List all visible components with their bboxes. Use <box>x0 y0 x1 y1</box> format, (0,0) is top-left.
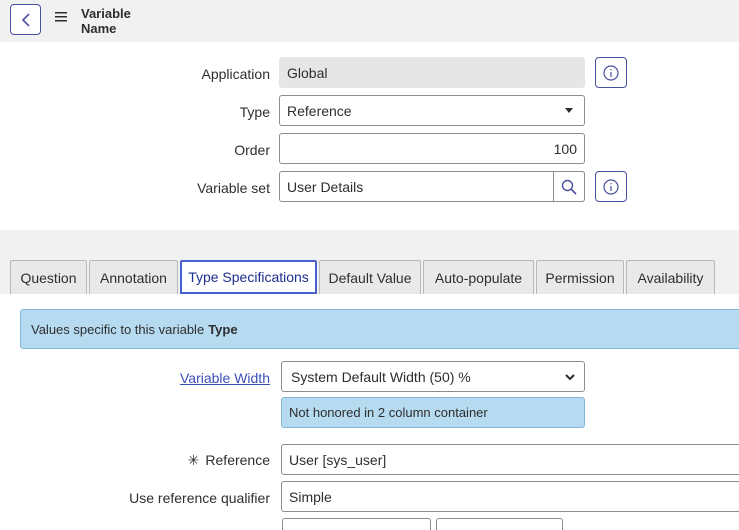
tab-auto-populate[interactable]: Auto-populate <box>423 260 534 294</box>
application-value: Global <box>287 64 328 81</box>
order-label: Order <box>234 142 270 158</box>
caret-down-icon <box>565 108 573 113</box>
info-icon <box>603 64 619 81</box>
info-banner: Values specific to this variable Type <box>20 309 739 349</box>
reference-value: User [sys_user] <box>289 451 387 468</box>
width-note: Not honored in 2 column container <box>281 397 585 428</box>
variable-form: Application Global Type Reference Order … <box>0 42 739 230</box>
tab-permission[interactable]: Permission <box>536 260 624 294</box>
page-header: Variable Name <box>0 0 739 42</box>
application-label: Application <box>201 66 271 82</box>
application-info-button[interactable] <box>595 57 627 88</box>
variable-set-info-button[interactable] <box>595 171 627 202</box>
back-button[interactable] <box>10 4 41 35</box>
tab-availability[interactable]: Availability <box>626 260 715 294</box>
type-specifications-panel: Values specific to this variable Type Va… <box>0 294 739 530</box>
variable-set-value: User Details <box>287 178 364 195</box>
tab-default-value[interactable]: Default Value <box>319 260 421 294</box>
variable-width-link[interactable]: Variable Width <box>180 370 270 386</box>
type-select[interactable]: Reference <box>279 95 585 126</box>
tab-annotation[interactable]: Annotation <box>89 260 178 294</box>
chevron-down-icon <box>565 374 575 381</box>
variable-set-input[interactable]: User Details <box>279 171 585 202</box>
menu-icon[interactable] <box>55 12 67 22</box>
banner-bold-text: Type <box>208 321 238 337</box>
page-title: Variable Name <box>81 6 131 36</box>
order-input[interactable]: 100 <box>279 133 585 164</box>
reference-label-text: Reference <box>205 452 270 468</box>
application-field: Global <box>279 57 585 88</box>
type-label: Type <box>239 104 270 120</box>
type-value: Reference <box>287 102 352 119</box>
qualifier-label: Use reference qualifier <box>129 490 270 506</box>
qualifier-value: Simple <box>289 488 332 505</box>
variable-set-search-button[interactable] <box>553 171 585 202</box>
search-icon <box>561 179 577 195</box>
reference-label: ✳ Reference <box>188 452 270 469</box>
variable-set-label: Variable set <box>197 180 270 196</box>
tab-question[interactable]: Question <box>10 260 87 294</box>
info-icon <box>603 178 619 195</box>
order-value: 100 <box>553 140 577 157</box>
tab-type-specifications[interactable]: Type Specifications <box>180 260 317 294</box>
variable-width-select[interactable]: System Default Width (50) % <box>281 361 585 392</box>
variable-width-value: System Default Width (50) % <box>291 368 471 385</box>
operator-field-stub[interactable] <box>436 518 563 530</box>
reference-input[interactable]: User [sys_user] <box>281 444 739 475</box>
required-icon: ✳ <box>187 452 200 468</box>
back-icon <box>21 12 30 27</box>
condition-field-stub[interactable] <box>282 518 431 530</box>
banner-text: Values specific to this variable <box>31 321 205 337</box>
qualifier-select[interactable]: Simple <box>281 481 739 512</box>
